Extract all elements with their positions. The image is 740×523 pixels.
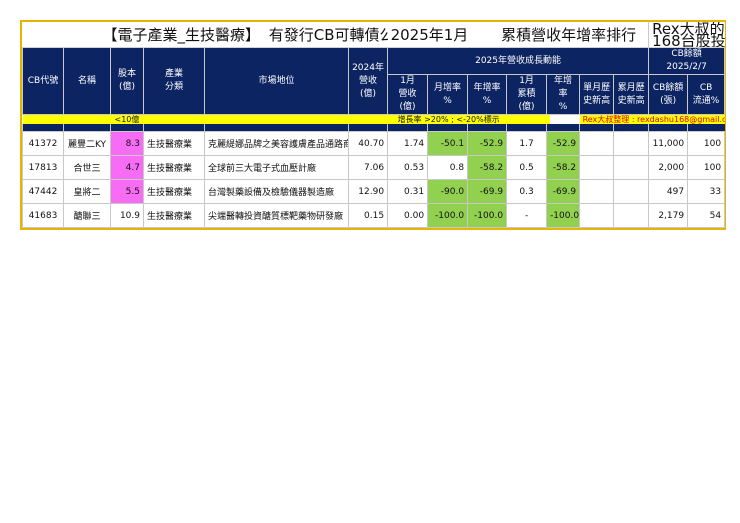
company-name: 皇將二 bbox=[63, 179, 111, 204]
brand-line2: 168台股投資教室 bbox=[652, 31, 725, 48]
col-cum-high: 累月歷 史新高 bbox=[613, 74, 650, 115]
cumulative-revenue: 0.5 bbox=[506, 155, 548, 180]
cb-code: 17813 bbox=[22, 155, 64, 180]
cb-float-pct: 54 bbox=[687, 203, 726, 228]
col-name: 名稱 bbox=[63, 47, 111, 115]
capital: 4.7 bbox=[110, 155, 144, 180]
yoy-growth: -69.9 bbox=[467, 179, 508, 204]
col-group-growth: 2025年營收成長動能 bbox=[387, 47, 650, 75]
industry: 生技醫療業 bbox=[143, 155, 205, 180]
title-period: 2025年1月 bbox=[390, 26, 469, 44]
title-subtitle: 有發行CB可轉債公司 bbox=[268, 26, 388, 44]
month-revenue: 0.00 bbox=[387, 203, 429, 228]
col-rev2024: 2024年 營收(億) bbox=[347, 47, 389, 115]
col-cum: 1月 累積(億) bbox=[506, 74, 548, 115]
report-frame: 【電子產業_生技醫療】 有發行CB可轉債公司 2025年1月 累積營收年增率排行… bbox=[20, 20, 726, 230]
cumulative-yoy: -100.0 bbox=[546, 203, 581, 228]
col-mom: 月增率 % bbox=[427, 74, 469, 115]
cb-float-pct: 100 bbox=[687, 155, 726, 180]
capital: 8.3 bbox=[110, 131, 144, 156]
industry: 生技醫療業 bbox=[143, 179, 205, 204]
legend-note: 增長率 >20% ; <-20%標示 bbox=[397, 114, 550, 124]
yoy-growth: -100.0 bbox=[467, 203, 508, 228]
col-cb-float: CB 流通% bbox=[687, 74, 726, 115]
company-name: 醣聯三 bbox=[63, 203, 111, 228]
month-record-high bbox=[579, 155, 615, 180]
title-category: 【電子產業_生技醫療】 bbox=[102, 26, 261, 44]
market-position: 全球前三大電子式血壓計廠 bbox=[204, 155, 349, 180]
market-position: 台灣製藥設備及檢驗儀器製造廠 bbox=[204, 179, 349, 204]
cumulative-revenue: 1.7 bbox=[506, 131, 548, 156]
month-revenue: 0.53 bbox=[387, 155, 429, 180]
cb-float-pct: 100 bbox=[687, 131, 726, 156]
header-row-1: CB代號 名稱 股本 (億) 產業 分類 市場地位 2024年 營收(億) 20… bbox=[22, 47, 726, 115]
cb-balance: 2,000 bbox=[648, 155, 689, 180]
month-revenue: 0.31 bbox=[387, 179, 429, 204]
revenue-2024: 7.06 bbox=[347, 155, 389, 180]
company-name: 合世三 bbox=[63, 155, 111, 180]
mom-growth: -90.0 bbox=[427, 179, 469, 204]
col-code: CB代號 bbox=[22, 47, 64, 115]
market-position: 克麗緹娜品牌之美容護膚產品通路商 bbox=[204, 131, 349, 156]
cb-revenue-table: 【電子產業_生技醫療】 有發行CB可轉債公司 2025年1月 累積營收年增率排行… bbox=[22, 22, 726, 228]
revenue-2024: 40.70 bbox=[347, 131, 389, 156]
cumulative-record-high bbox=[613, 203, 650, 228]
cumulative-yoy: -58.2 bbox=[546, 155, 581, 180]
market-position: 尖端醫轉投資醣質標靶藥物研發廠 bbox=[204, 203, 349, 228]
table-row: 41372 麗豐二KY 8.3 生技醫療業 克麗緹娜品牌之美容護膚產品通路商 4… bbox=[22, 131, 726, 156]
col-month-high: 單月歷 史新高 bbox=[579, 74, 615, 115]
title-row: 【電子產業_生技醫療】 有發行CB可轉債公司 2025年1月 累積營收年增率排行… bbox=[22, 22, 725, 48]
cumulative-record-high bbox=[613, 155, 650, 180]
credit-note: Rex大叔整理 : rexdashu168@gmail.com bbox=[579, 114, 725, 124]
col-group-cb: CB餘額 2025/2/7 bbox=[648, 47, 726, 75]
cb-code: 47442 bbox=[22, 179, 64, 204]
cumulative-yoy: -52.9 bbox=[546, 131, 581, 156]
notes-row: <10億 增長率 >20% ; <-20%標示 Rex大叔整理 : rexdas… bbox=[22, 114, 725, 124]
revenue-2024: 0.15 bbox=[347, 203, 389, 228]
col-cum-yoy: 年增率 % bbox=[546, 74, 581, 115]
month-record-high bbox=[579, 203, 615, 228]
table-row: 41683 醣聯三 10.9 生技醫療業 尖端醫轉投資醣質標靶藥物研發廠 0.1… bbox=[22, 203, 726, 228]
cumulative-yoy: -69.9 bbox=[546, 179, 581, 204]
cb-balance: 11,000 bbox=[648, 131, 689, 156]
month-revenue: 1.74 bbox=[387, 131, 429, 156]
title-ranking: 累積營收年增率排行 bbox=[501, 26, 637, 44]
cb-balance: 2,179 bbox=[648, 203, 689, 228]
cb-code: 41372 bbox=[22, 131, 64, 156]
month-record-high bbox=[579, 179, 615, 204]
cb-float-pct: 33 bbox=[687, 179, 726, 204]
col-capital: 股本 (億) bbox=[110, 47, 144, 115]
cumulative-record-high bbox=[613, 131, 650, 156]
mom-growth: -100.0 bbox=[427, 203, 469, 228]
industry: 生技醫療業 bbox=[143, 203, 205, 228]
revenue-2024: 12.90 bbox=[347, 179, 389, 204]
table-row: 17813 合世三 4.7 生技醫療業 全球前三大電子式血壓計廠 7.06 0.… bbox=[22, 155, 726, 180]
company-name: 麗豐二KY bbox=[63, 131, 111, 156]
mom-growth: -50.1 bbox=[427, 131, 469, 156]
brand-box: Rex大叔的 168台股投資教室 bbox=[648, 22, 725, 48]
separator-row bbox=[22, 124, 725, 132]
size-note: <10億 bbox=[110, 114, 205, 124]
table-row: 47442 皇將二 5.5 生技醫療業 台灣製藥設備及檢驗儀器製造廠 12.90… bbox=[22, 179, 726, 204]
capital: 5.5 bbox=[110, 179, 144, 204]
col-yoy: 年增率 % bbox=[467, 74, 508, 115]
yoy-growth: -52.9 bbox=[467, 131, 508, 156]
cb-balance: 497 bbox=[648, 179, 689, 204]
col-industry: 產業 分類 bbox=[143, 47, 205, 115]
yoy-growth: -58.2 bbox=[467, 155, 508, 180]
mom-growth: 0.8 bbox=[427, 155, 469, 180]
cumulative-revenue: - bbox=[506, 203, 548, 228]
col-cb-balance: CB餘額 (張) bbox=[648, 74, 689, 115]
capital: 10.9 bbox=[110, 203, 144, 228]
month-record-high bbox=[579, 131, 615, 156]
col-market: 市場地位 bbox=[204, 47, 349, 115]
cumulative-record-high bbox=[613, 179, 650, 204]
industry: 生技醫療業 bbox=[143, 131, 205, 156]
col-month-rev: 1月 營收(億) bbox=[387, 74, 429, 115]
cb-code: 41683 bbox=[22, 203, 64, 228]
cumulative-revenue: 0.3 bbox=[506, 179, 548, 204]
